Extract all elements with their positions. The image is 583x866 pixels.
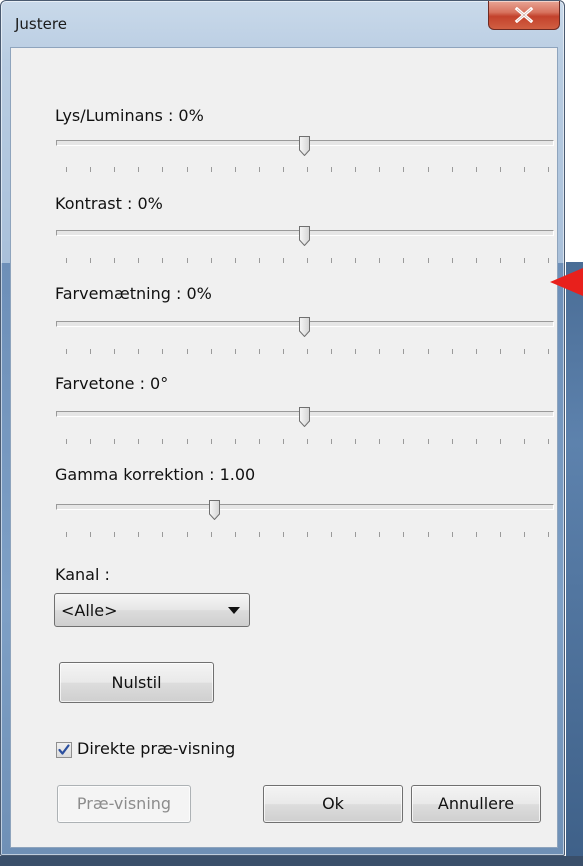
chevron-down-icon: [228, 607, 240, 614]
saturation-slider-ticks: [66, 340, 550, 354]
slider-thumb-icon: [208, 500, 220, 521]
gamma-slider-track[interactable]: [56, 504, 554, 510]
channel-select-value: <Alle>: [61, 601, 118, 620]
adjust-dialog: Justere Lys/Luminans : 0% Kontrast : 0% …: [0, 0, 565, 856]
contrast-label: Kontrast : 0%: [55, 194, 163, 213]
slider-thumb-icon: [299, 317, 310, 338]
channel-select[interactable]: <Alle>: [54, 593, 250, 627]
ok-button[interactable]: Ok: [263, 785, 403, 823]
contrast-slider-ticks: [66, 249, 550, 263]
channel-label: Kanal :: [55, 565, 110, 584]
slider-thumb-icon: [299, 136, 310, 157]
title-bar[interactable]: Justere: [1, 1, 564, 37]
brightness-slider-ticks: [66, 158, 550, 172]
slider-thumb-icon: [299, 226, 310, 247]
saturation-label: Farvemætning : 0%: [55, 284, 212, 303]
close-button[interactable]: [488, 1, 560, 30]
preview-button: Præ-visning: [57, 785, 191, 823]
desktop-background-lower: [566, 262, 583, 866]
hue-slider-thumb[interactable]: [299, 407, 310, 428]
brightness-label: Lys/Luminans : 0%: [55, 106, 204, 125]
gamma-slider-ticks: [66, 523, 550, 537]
brightness-slider-thumb[interactable]: [299, 136, 310, 157]
contrast-slider-thumb[interactable]: [299, 226, 310, 247]
pointer-arrow-icon: [550, 268, 583, 296]
reset-button[interactable]: Nulstil: [59, 662, 214, 703]
hue-slider-ticks: [66, 430, 550, 444]
desktop-background: [566, 0, 583, 262]
live-preview-label: Direkte præ-visning: [77, 739, 236, 758]
hue-label: Farvetone : 0°: [55, 374, 169, 393]
checkmark-icon: [58, 744, 70, 755]
live-preview-checkbox[interactable]: [56, 742, 72, 758]
gamma-slider-thumb[interactable]: [208, 500, 220, 521]
saturation-slider-thumb[interactable]: [299, 317, 310, 338]
taskbar-edge: [0, 856, 583, 866]
slider-thumb-icon: [299, 407, 310, 428]
dialog-content: Lys/Luminans : 0% Kontrast : 0% Farvemæt…: [10, 47, 558, 848]
window-title: Justere: [15, 15, 67, 33]
close-icon: [514, 7, 534, 23]
cancel-button[interactable]: Annullere: [411, 785, 541, 823]
gamma-label: Gamma korrektion : 1.00: [55, 465, 256, 484]
